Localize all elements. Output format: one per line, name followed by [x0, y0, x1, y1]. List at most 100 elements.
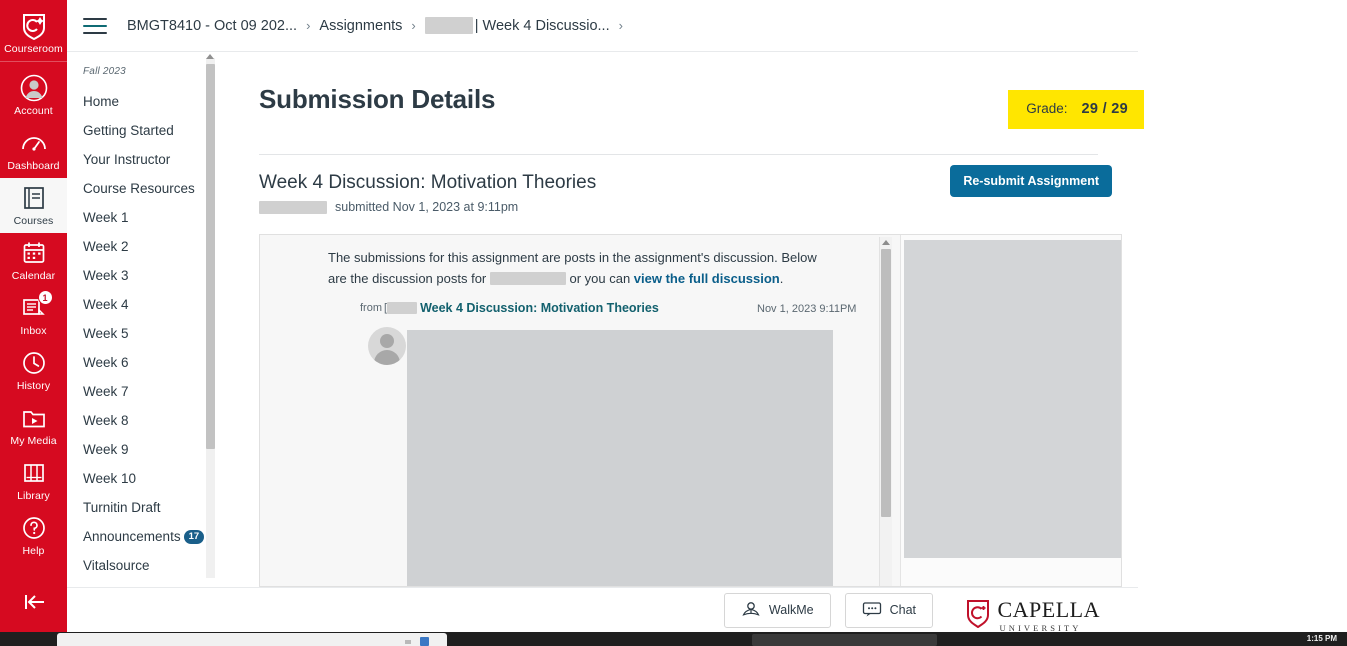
course-nav-list: Home Getting Started Your Instructor Cou…: [67, 87, 218, 580]
course-nav-item-vitalsource[interactable]: Vitalsource: [67, 551, 218, 580]
preview-right-pane: [900, 235, 1121, 586]
course-nav-item-announcements[interactable]: Announcements 17: [67, 522, 218, 551]
scroll-up-arrow-icon[interactable]: [882, 240, 890, 245]
course-nav-item-week-1[interactable]: Week 1: [67, 203, 218, 232]
course-nav-item-week-4[interactable]: Week 4: [67, 290, 218, 319]
course-nav-item-week-10[interactable]: Week 10: [67, 464, 218, 493]
assignment-submitted-line: submitted Nov 1, 2023 at 9:11pm: [259, 200, 1098, 214]
course-nav-label-announcements: Announcements: [83, 528, 181, 544]
preview-intro-part2: or you can: [565, 271, 634, 286]
book-icon: [20, 184, 48, 212]
chat-button[interactable]: Chat: [844, 592, 933, 628]
resubmit-assignment-button[interactable]: Re-submit Assignment: [950, 165, 1112, 197]
post-date: Nov 1, 2023 9:11PM: [757, 303, 857, 315]
preview-scrollbar-thumb[interactable]: [881, 249, 891, 517]
course-nav-item-week-3[interactable]: Week 3: [67, 261, 218, 290]
hamburger-menu-icon[interactable]: [83, 16, 109, 36]
course-nav-scrollbar-thumb[interactable]: [206, 64, 215, 449]
sidebar-label-courses: Courses: [13, 215, 54, 227]
calendar-icon: [20, 239, 48, 267]
breadcrumb-separator: ›: [411, 18, 416, 33]
walkme-label: WalkMe: [768, 603, 814, 617]
sidebar-label-history: History: [16, 380, 51, 392]
course-term-label: Fall 2023: [83, 66, 126, 77]
sidebar-item-account[interactable]: Account: [0, 62, 67, 123]
assignment-summary-row: Week 4 Discussion: Motivation Theories s…: [219, 155, 1138, 214]
page-title: Submission Details: [259, 84, 496, 114]
course-nav-item-getting-started[interactable]: Getting Started: [67, 116, 218, 145]
discussion-topic-link[interactable]: Week 4 Discussion: Motivation Theories: [420, 301, 659, 315]
course-nav-item-week-7[interactable]: Week 7: [67, 377, 218, 406]
right-pane-redacted-block: [904, 240, 1121, 558]
course-nav-item-course-resources[interactable]: Course Resources: [67, 174, 218, 203]
assignment-submitted-text: submitted Nov 1, 2023 at 9:11pm: [335, 200, 519, 214]
capella-university-logo: CAPELLA UNIVERSITY: [965, 598, 1101, 633]
breadcrumb-item-assignments[interactable]: Assignments: [319, 18, 402, 34]
course-nav-item-week-8[interactable]: Week 8: [67, 406, 218, 435]
preview-inner: The submissions for this assignment are …: [260, 235, 1121, 586]
course-nav-item-week-5[interactable]: Week 5: [67, 319, 218, 348]
sidebar-item-calendar[interactable]: Calendar: [0, 233, 67, 288]
breadcrumb-separator: ›: [306, 18, 311, 33]
sidebar-item-library[interactable]: Library: [0, 453, 67, 508]
capella-shield-icon: [965, 598, 991, 633]
course-nav-item-week-9[interactable]: Week 9: [67, 435, 218, 464]
chat-label: Chat: [889, 603, 916, 617]
course-nav-item-your-instructor[interactable]: Your Instructor: [67, 145, 218, 174]
view-full-discussion-link[interactable]: view the full discussion: [634, 271, 780, 286]
breadcrumb-item-course[interactable]: BMGT8410 - Oct 09 202...: [127, 18, 297, 34]
course-nav-item-week-2[interactable]: Week 2: [67, 232, 218, 261]
sidebar-label-help: Help: [22, 545, 45, 557]
collapse-left-arrow-icon: [20, 588, 48, 616]
capella-subtitle: UNIVERSITY: [999, 622, 1082, 633]
hamburger-line-top: [83, 17, 107, 20]
sidebar-item-history[interactable]: History: [0, 343, 67, 398]
post-from-label: from: [360, 302, 382, 314]
avatar-head: [380, 334, 394, 348]
sidebar-item-courses[interactable]: Courses: [0, 178, 67, 233]
taskbar-window-item[interactable]: [752, 634, 937, 646]
inbox-icon: 1: [20, 290, 53, 322]
post-author-redacted-block: [387, 302, 418, 314]
walkme-rocket-icon: [741, 601, 761, 620]
inbox-badge: 1: [37, 290, 53, 305]
app-root: Courseroom Account Dashboard Courses Cal…: [0, 0, 1347, 646]
sidebar-item-inbox[interactable]: 1 Inbox: [0, 288, 67, 343]
sidebar-label-account: Account: [14, 105, 53, 117]
capella-wordmark: CAPELLA UNIVERSITY: [998, 598, 1101, 633]
sidebar-collapse-button[interactable]: [20, 588, 48, 632]
course-nav-item-week-6[interactable]: Week 6: [67, 348, 218, 377]
sidebar-label-library: Library: [17, 490, 50, 502]
os-taskbar: 1:15 PM: [0, 632, 1347, 646]
taskbar-window-preview[interactable]: [57, 633, 447, 646]
taskbar-app-icon[interactable]: [420, 637, 429, 646]
chat-bubble-icon: [862, 601, 882, 620]
grade-value: 29 / 29: [1081, 101, 1128, 117]
sidebar-item-help[interactable]: Help: [0, 508, 67, 563]
sidebar-item-my-media[interactable]: My Media: [0, 398, 67, 453]
dashboard-icon: [20, 129, 48, 157]
course-nav-item-home[interactable]: Home: [67, 87, 218, 116]
sidebar-label-dashboard: Dashboard: [7, 160, 60, 172]
sidebar-label-my-media: My Media: [10, 435, 57, 447]
walkme-button[interactable]: WalkMe: [723, 592, 831, 628]
sidebar-item-courseroom[interactable]: Courseroom: [0, 0, 67, 61]
preview-intro-text: The submissions for this assignment are …: [328, 247, 828, 289]
taskbar-clock: 1:15 PM: [1306, 634, 1337, 643]
announcements-badge: 17: [183, 529, 205, 544]
scroll-up-arrow-icon[interactable]: [206, 54, 214, 59]
capella-shield-icon: [20, 12, 48, 40]
footer-bar: WalkMe Chat CAPELLA UNIVERSITY: [67, 587, 1138, 632]
sidebar-item-dashboard[interactable]: Dashboard: [0, 123, 67, 178]
sidebar-label-courseroom: Courseroom: [4, 43, 63, 55]
course-nav-item-turnitin-draft[interactable]: Turnitin Draft: [67, 493, 218, 522]
avatar-body: [374, 350, 400, 365]
discussion-post-header: from [ Week 4 Discussion: Motivation The…: [360, 301, 960, 315]
grade-label: Grade:: [1026, 101, 1068, 116]
sidebar-label-calendar: Calendar: [11, 270, 56, 282]
breadcrumb: BMGT8410 - Oct 09 202... › Assignments ›…: [127, 17, 632, 34]
post-body-redacted-block: [407, 330, 833, 586]
global-navigation-sidebar: Courseroom Account Dashboard Courses Cal…: [0, 0, 67, 632]
hamburger-line-middle: [83, 24, 107, 27]
breadcrumb-item-assignment[interactable]: | Week 4 Discussio...: [475, 18, 610, 34]
